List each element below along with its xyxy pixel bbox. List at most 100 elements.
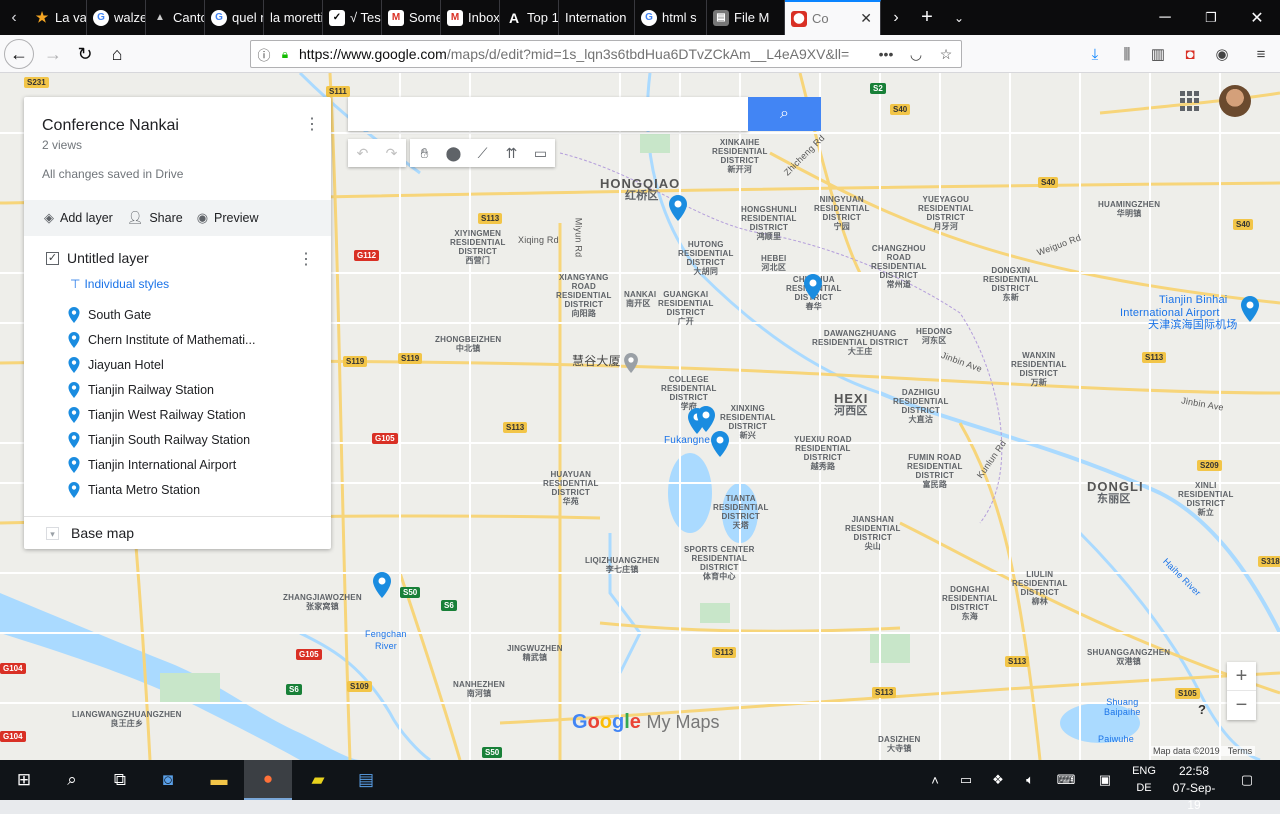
close-tab-icon[interactable]: ✕ — [860, 10, 872, 27]
network-icon[interactable]: ▣ — [1094, 760, 1116, 800]
google-apps-icon[interactable] — [1180, 91, 1200, 111]
search-button[interactable]: ⌕ — [748, 97, 821, 131]
tab[interactable]: Ghtml s — [635, 0, 707, 35]
google-my-maps-logo: Google My Maps — [572, 711, 720, 733]
firefox-icon[interactable]: ● — [244, 760, 292, 800]
map-options-icon[interactable]: ⋮ — [304, 115, 320, 135]
pocket-icon[interactable]: ◡ — [901, 46, 931, 63]
tab-scroll-left-icon[interactable]: ‹ — [0, 0, 28, 35]
layer-name[interactable]: Untitled layer — [67, 250, 149, 266]
app-icon[interactable]: ▰ — [294, 760, 342, 800]
zoom-in-button[interactable]: + — [1227, 662, 1256, 691]
map-title[interactable]: Conference Nankai — [42, 117, 179, 135]
road-shield: S50 — [400, 587, 421, 598]
place-item[interactable]: South Gate — [68, 307, 151, 323]
terms-link[interactable]: Terms — [1228, 746, 1253, 756]
map-pin-icon[interactable] — [1241, 296, 1259, 322]
zoom-out-button[interactable]: − — [1227, 691, 1256, 720]
avatar[interactable] — [1219, 85, 1251, 117]
place-item[interactable]: Tianjin West Railway Station — [68, 407, 246, 423]
place-item[interactable]: Tianta Metro Station — [68, 482, 200, 498]
place-item[interactable]: Tianjin South Railway Station — [68, 432, 250, 448]
download-icon[interactable]: ⤓ — [1084, 44, 1106, 64]
library-icon[interactable]: ⫼ — [1116, 44, 1138, 64]
notification-icon[interactable]: ▢ — [1236, 760, 1258, 800]
tab-list-chevron-icon[interactable]: ⌄ — [943, 0, 975, 35]
close-window-icon[interactable]: ✕ — [1234, 0, 1280, 35]
tab[interactable]: Gwalzer — [87, 0, 146, 35]
chevron-down-icon[interactable]: ▾ — [46, 526, 59, 540]
tab[interactable]: M Inbox — [441, 0, 500, 35]
search-icon[interactable]: ⌕ — [48, 760, 96, 800]
account-icon[interactable]: ◉ — [1211, 44, 1233, 64]
map-pin-icon[interactable] — [804, 274, 822, 300]
tab[interactable]: ATop 15 — [500, 0, 559, 35]
place-item[interactable]: Chern Institute of Mathemati... — [68, 332, 255, 348]
layer-options-icon[interactable]: ⋮ — [298, 249, 314, 269]
tab[interactable]: ✓ √ Test — [323, 0, 382, 35]
page-actions-icon[interactable]: ••• — [871, 46, 901, 62]
individual-styles-link[interactable]: ⊤ Individual styles — [70, 277, 169, 291]
restore-icon[interactable]: ❐ — [1188, 0, 1234, 35]
input-language[interactable]: ENG DE — [1130, 763, 1158, 797]
map-pin-icon[interactable] — [711, 431, 729, 457]
battery-icon[interactable]: ▭ — [954, 760, 978, 800]
help-icon[interactable]: ? — [1198, 702, 1206, 717]
tray-chevron-up-icon[interactable]: ˄ — [924, 760, 946, 800]
minimize-icon[interactable]: ─ — [1142, 0, 1188, 35]
dropbox-icon[interactable]: ❖ — [986, 760, 1010, 800]
back-icon[interactable]: ← — [4, 39, 34, 69]
tab[interactable]: M Some — [382, 0, 441, 35]
notepad-icon[interactable]: ▤ — [342, 760, 390, 800]
windows-start-icon[interactable]: ⊞ — [0, 760, 48, 800]
layer-checkbox[interactable]: ✓ — [46, 251, 59, 265]
place-item[interactable]: Jiayuan Hotel — [68, 357, 164, 373]
map-poi-icon[interactable] — [624, 353, 638, 373]
new-tab-icon[interactable]: + — [911, 0, 943, 35]
tab[interactable]: Gquel m — [205, 0, 264, 35]
forward-icon[interactable]: → — [38, 39, 68, 69]
app-icon[interactable]: ◙ — [144, 760, 192, 800]
place-item[interactable]: Tianjin Railway Station — [68, 382, 214, 398]
hand-pan-icon[interactable]: ✋︎ — [410, 139, 439, 167]
pocket-save-icon[interactable]: ◘ — [1179, 44, 1201, 64]
undo-icon[interactable]: ↶ — [348, 139, 377, 167]
map-pin-icon[interactable] — [669, 195, 687, 221]
map-pin-icon[interactable] — [373, 572, 391, 598]
tab[interactable]: Internation — [559, 0, 635, 35]
tab[interactable]: la moretti — [264, 0, 323, 35]
file-explorer-icon[interactable]: ▬ — [195, 760, 243, 800]
clock[interactable]: 22:58 07-Sep-19 — [1166, 763, 1222, 814]
directions-icon[interactable]: ⇈ — [497, 139, 526, 167]
map-label-hebei: HEBEI 河北区 — [761, 254, 787, 272]
place-item[interactable]: Tianjin International Airport — [68, 457, 236, 473]
add-layer-button[interactable]: ◈ Add layer — [44, 210, 113, 226]
tab-scroll-right-icon[interactable]: › — [881, 0, 911, 35]
tab[interactable]: ▲Canto — [146, 0, 205, 35]
map-pin-icon[interactable] — [697, 406, 715, 432]
task-view-icon[interactable]: ⧉ — [96, 760, 144, 800]
bookmark-star-icon[interactable]: ☆ — [931, 46, 961, 63]
keyboard-icon[interactable]: ⌨ — [1052, 760, 1080, 800]
tab-active[interactable]: ⬤ Co ✕ — [785, 0, 881, 35]
home-icon[interactable]: ⌂ — [102, 39, 132, 69]
measure-ruler-icon[interactable]: ▭ — [526, 139, 555, 167]
menu-icon[interactable]: ≡ — [1250, 44, 1272, 64]
tab[interactable]: ▤ File M — [707, 0, 785, 35]
reload-icon[interactable]: ↻ — [70, 39, 100, 69]
tab[interactable]: ★La vall — [28, 0, 87, 35]
preview-button[interactable]: ◉ Preview — [197, 210, 259, 226]
map-search-input[interactable] — [348, 97, 748, 131]
info-icon[interactable]: ⓘ — [251, 45, 277, 64]
sidebar-icon[interactable]: ▥ — [1147, 44, 1169, 64]
share-button[interactable]: 👤︎ Share — [127, 210, 183, 226]
draw-line-icon[interactable]: ⟋ — [468, 139, 497, 167]
road-shield: S6 — [441, 600, 457, 611]
url-text[interactable]: https://www.google.com/maps/d/edit?mid=1… — [293, 46, 871, 62]
base-map-row[interactable]: ▾ Base map — [46, 525, 134, 541]
url-bar[interactable]: ⓘ 🔒︎ https://www.google.com/maps/d/edit?… — [250, 40, 962, 68]
volume-icon[interactable]: 🔈︎ — [1018, 760, 1042, 800]
add-marker-icon[interactable]: ⬤ — [439, 139, 468, 167]
redo-icon[interactable]: ↷ — [377, 139, 406, 167]
layer-row[interactable]: ✓ Untitled layer — [46, 250, 149, 266]
